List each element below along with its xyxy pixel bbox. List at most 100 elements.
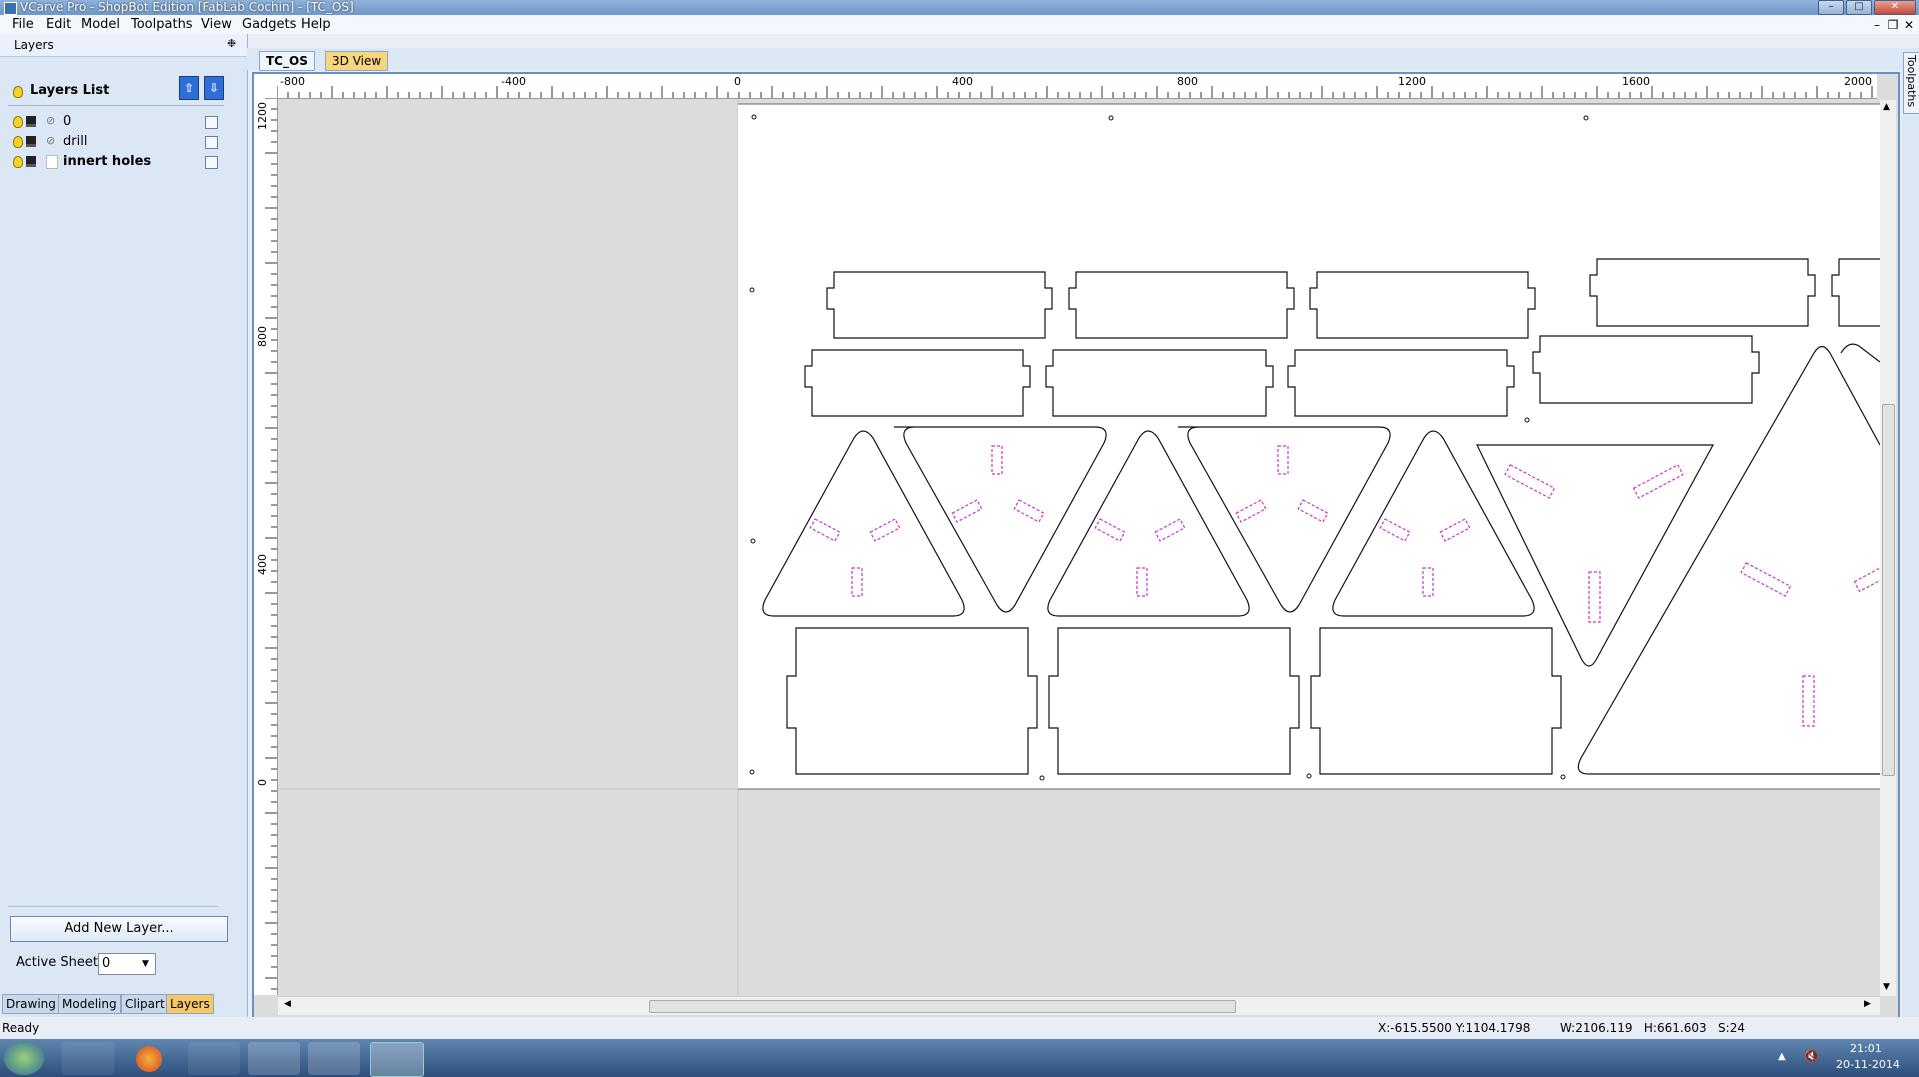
ruler-label: 800 <box>1177 75 1198 88</box>
vertical-ruler-ticks <box>265 97 277 990</box>
toolpaths-tab-label: Toolpaths <box>1905 55 1918 108</box>
ruler-label: 400 <box>952 75 973 88</box>
toolpaths-strip[interactable]: Toolpaths <box>1902 48 1919 1017</box>
visibility-bulb-icon[interactable] <box>13 116 23 128</box>
toolpaths-tab[interactable]: Toolpaths <box>1903 52 1919 114</box>
active-sheet-label: Active Sheet: <box>16 955 103 970</box>
layer-name: innert holes <box>63 154 152 169</box>
monitor-icon[interactable] <box>26 156 36 167</box>
ruler-label: 2000 <box>1844 75 1872 88</box>
menu-toolpaths[interactable]: Toolpaths <box>131 17 193 32</box>
layers-list-title: Layers List <box>30 83 110 98</box>
tab-drawing[interactable]: Drawing <box>2 994 60 1014</box>
monitor-icon[interactable] <box>26 116 36 127</box>
layers-panel-header: Layers ❉ <box>0 34 247 57</box>
clock-date[interactable]: 20-11-2014 <box>1836 1058 1900 1071</box>
app-icon <box>4 2 17 15</box>
title-bar: VCarve Pro - ShopBot Edition [FabLab Coc… <box>0 0 1919 15</box>
tab-3d-view[interactable]: 3D View <box>325 51 389 71</box>
windows-start-icon[interactable] <box>4 1041 44 1075</box>
explorer-icon[interactable] <box>248 1042 300 1075</box>
ruler-label: 1200 <box>256 102 269 130</box>
menu-bar: File Edit Model Toolpaths View Gadgets H… <box>0 15 1919 34</box>
horizontal-scrollbar[interactable]: ◀ ▶ <box>278 996 1880 1015</box>
layer-row[interactable]: innert holes <box>0 153 240 171</box>
vcarve-pro-icon[interactable] <box>370 1042 424 1077</box>
maximize-button[interactable]: □ <box>1846 0 1872 15</box>
layer-color-swatch[interactable] <box>46 155 58 169</box>
layer-row[interactable]: ⊘ drill <box>0 133 240 151</box>
move-layer-up-button[interactable]: ⇧ <box>179 76 199 100</box>
ruler-label: -400 <box>501 75 526 88</box>
material-sheet <box>738 104 1880 789</box>
minimize-button[interactable]: – <box>1818 0 1844 15</box>
layer-checkbox[interactable] <box>205 156 218 169</box>
pin-icon[interactable]: ❉ <box>227 37 236 50</box>
menu-view[interactable]: View <box>201 17 232 32</box>
horizontal-scroll-thumb[interactable] <box>649 1000 1236 1013</box>
scroll-up-arrow[interactable]: ▲ <box>1883 102 1890 112</box>
visibility-bulb-icon[interactable] <box>13 156 23 168</box>
firefox-icon[interactable] <box>136 1046 162 1072</box>
active-sheet-value: 0 <box>102 956 111 971</box>
layers-panel-title: Layers <box>14 38 54 52</box>
show-hidden-icons[interactable]: ▲ <box>1778 1051 1786 1062</box>
volume-icon[interactable]: 🔇 <box>1804 1049 1819 1063</box>
tab-modeling[interactable]: Modeling <box>58 994 121 1014</box>
horizontal-ruler: -800 -400 0 400 800 1200 1600 2000 <box>276 74 1877 99</box>
layer-name: drill <box>63 134 88 149</box>
chevron-down-icon: ▼ <box>142 959 149 969</box>
scroll-right-arrow[interactable]: ▶ <box>1864 999 1871 1009</box>
ruler-label: 0 <box>256 779 269 786</box>
tab-clipart[interactable]: Clipart <box>121 994 169 1014</box>
divider <box>8 906 218 907</box>
layer-checkbox[interactable] <box>205 116 218 129</box>
document-tabs: TC_OS 3D View <box>247 48 1902 71</box>
scroll-left-arrow[interactable]: ◀ <box>284 999 291 1009</box>
tab-layers[interactable]: Layers <box>166 994 214 1014</box>
bulb-icon <box>13 86 23 98</box>
menu-gadgets[interactable]: Gadgets <box>242 17 296 32</box>
chrome-icon[interactable] <box>308 1042 360 1075</box>
taskbar: ▲ 🔇 21:01 20-11-2014 <box>0 1039 1919 1077</box>
active-sheet-select[interactable]: 0 ▼ <box>98 953 156 975</box>
ruler-corner <box>254 74 277 98</box>
layer-row[interactable]: ⊘ 0 <box>0 113 240 131</box>
layers-panel: Layers ❉ Layers List ⇧ ⇩ ⊘ 0 ⊘ drill inn… <box>0 34 248 1017</box>
ruler-label: 1600 <box>1622 75 1650 88</box>
menu-file[interactable]: File <box>12 17 34 32</box>
mdi-restore-button[interactable]: ❐ <box>1886 18 1900 32</box>
scroll-down-arrow[interactable]: ▼ <box>1883 982 1890 992</box>
lock-icon[interactable]: ⊘ <box>46 134 55 147</box>
mdi-minimize-button[interactable]: – <box>1870 18 1884 32</box>
visibility-bulb-icon[interactable] <box>13 136 23 148</box>
vertical-scrollbar[interactable]: ▲ ▼ <box>1880 100 1896 996</box>
clock-time[interactable]: 21:01 <box>1850 1042 1882 1055</box>
cursor-coordinates: X:-615.5500 Y:1104.1798 <box>1378 1021 1531 1035</box>
vertical-scroll-thumb[interactable] <box>1882 404 1895 776</box>
vcarve-gadget-icon[interactable] <box>188 1042 240 1075</box>
ruler-label: -800 <box>280 75 305 88</box>
monitor-icon[interactable] <box>26 136 36 147</box>
menu-help[interactable]: Help <box>301 17 331 32</box>
menu-model[interactable]: Model <box>81 17 120 32</box>
status-bar: Ready X:-615.5500 Y:1104.1798 W:2106.119… <box>0 1017 1919 1039</box>
lock-icon[interactable]: ⊘ <box>46 114 55 127</box>
menu-edit[interactable]: Edit <box>46 17 71 32</box>
layer-name: 0 <box>63 114 72 129</box>
tab-tc-os[interactable]: TC_OS <box>259 51 315 71</box>
design-drawing[interactable] <box>279 100 1887 996</box>
add-new-layer-button[interactable]: Add New Layer... <box>10 916 228 942</box>
close-button[interactable]: ✕ <box>1874 0 1916 15</box>
vertical-ruler: 1200 800 400 0 <box>254 97 278 995</box>
move-layer-down-button[interactable]: ⇩ <box>204 76 224 100</box>
ruler-label: 400 <box>256 554 269 575</box>
divider <box>8 105 224 106</box>
ruler-label: 0 <box>734 75 741 88</box>
selection-size: W:2106.119 H:661.603 S:24 <box>1560 1021 1745 1035</box>
layer-checkbox[interactable] <box>205 136 218 149</box>
window-title: VCarve Pro - ShopBot Edition [FabLab Coc… <box>20 0 354 14</box>
drawing-canvas[interactable] <box>279 100 1887 996</box>
paint-icon[interactable] <box>62 1042 114 1075</box>
mdi-close-button[interactable]: ✕ <box>1902 18 1916 32</box>
